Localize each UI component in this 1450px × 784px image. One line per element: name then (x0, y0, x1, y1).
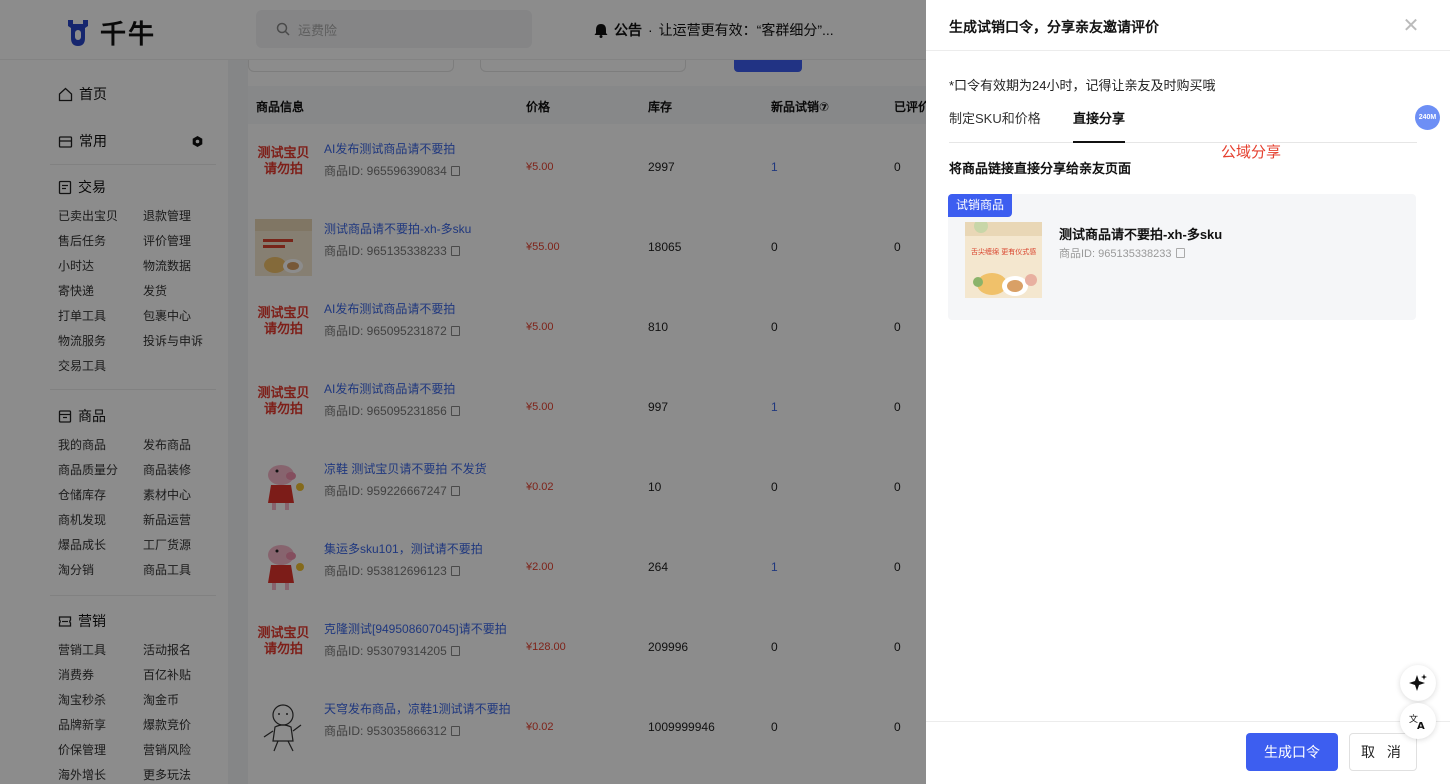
product-id-text: 商品ID: 965135338233 (1059, 248, 1172, 260)
translate-icon: 文A (1409, 713, 1425, 731)
modal-backdrop[interactable] (0, 0, 926, 784)
drawer-tabs: 制定SKU和价格 直接分享 (949, 108, 1417, 143)
product-name: 测试商品请不要拍-xh-多sku (1059, 227, 1223, 242)
tab-direct-share[interactable]: 直接分享 (1073, 108, 1126, 143)
svg-text:A: A (1417, 721, 1425, 731)
memory-badge[interactable]: 240M (1415, 105, 1440, 130)
sparkle-icon (1409, 674, 1427, 691)
divider (926, 721, 1450, 722)
share-drawer: 生成试销口令，分享亲友邀请评价 ✕ *口令有效期为24小时，记得让亲友及时购买哦… (926, 0, 1450, 784)
generate-code-button[interactable]: 生成口令 (1246, 733, 1338, 771)
image-caption: 舌尖缠绵 更有仪式感 (971, 247, 1036, 256)
tab-sku-price[interactable]: 制定SKU和价格 (949, 108, 1041, 141)
drawer-title: 生成试销口令，分享亲友邀请评价 (949, 19, 1159, 35)
divider (926, 50, 1450, 51)
share-section-title: 将商品链接直接分享给亲友页面 (949, 161, 1132, 176)
trial-badge: 试销商品 (948, 194, 1012, 217)
ai-sparkle-button[interactable] (1400, 665, 1436, 701)
validity-hint: *口令有效期为24小时，记得让亲友及时购买哦 (949, 78, 1216, 93)
copy-icon[interactable] (1175, 248, 1185, 258)
product-card: 试销商品 舌尖缠绵 更有仪式感 测试商品请不要拍-xh-多sku 商品ID: 9… (948, 194, 1416, 320)
food-image-icon: 舌尖缠绵 更有仪式感 (965, 219, 1042, 298)
product-id: 商品ID: 965135338233 (1059, 245, 1185, 261)
annotation-text: 公域分享 (1221, 144, 1282, 161)
close-icon[interactable]: ✕ (1398, 13, 1424, 39)
translate-button[interactable]: 文A (1400, 703, 1436, 739)
product-image: 舌尖缠绵 更有仪式感 (965, 219, 1042, 298)
cancel-button[interactable]: 取 消 (1349, 733, 1417, 771)
